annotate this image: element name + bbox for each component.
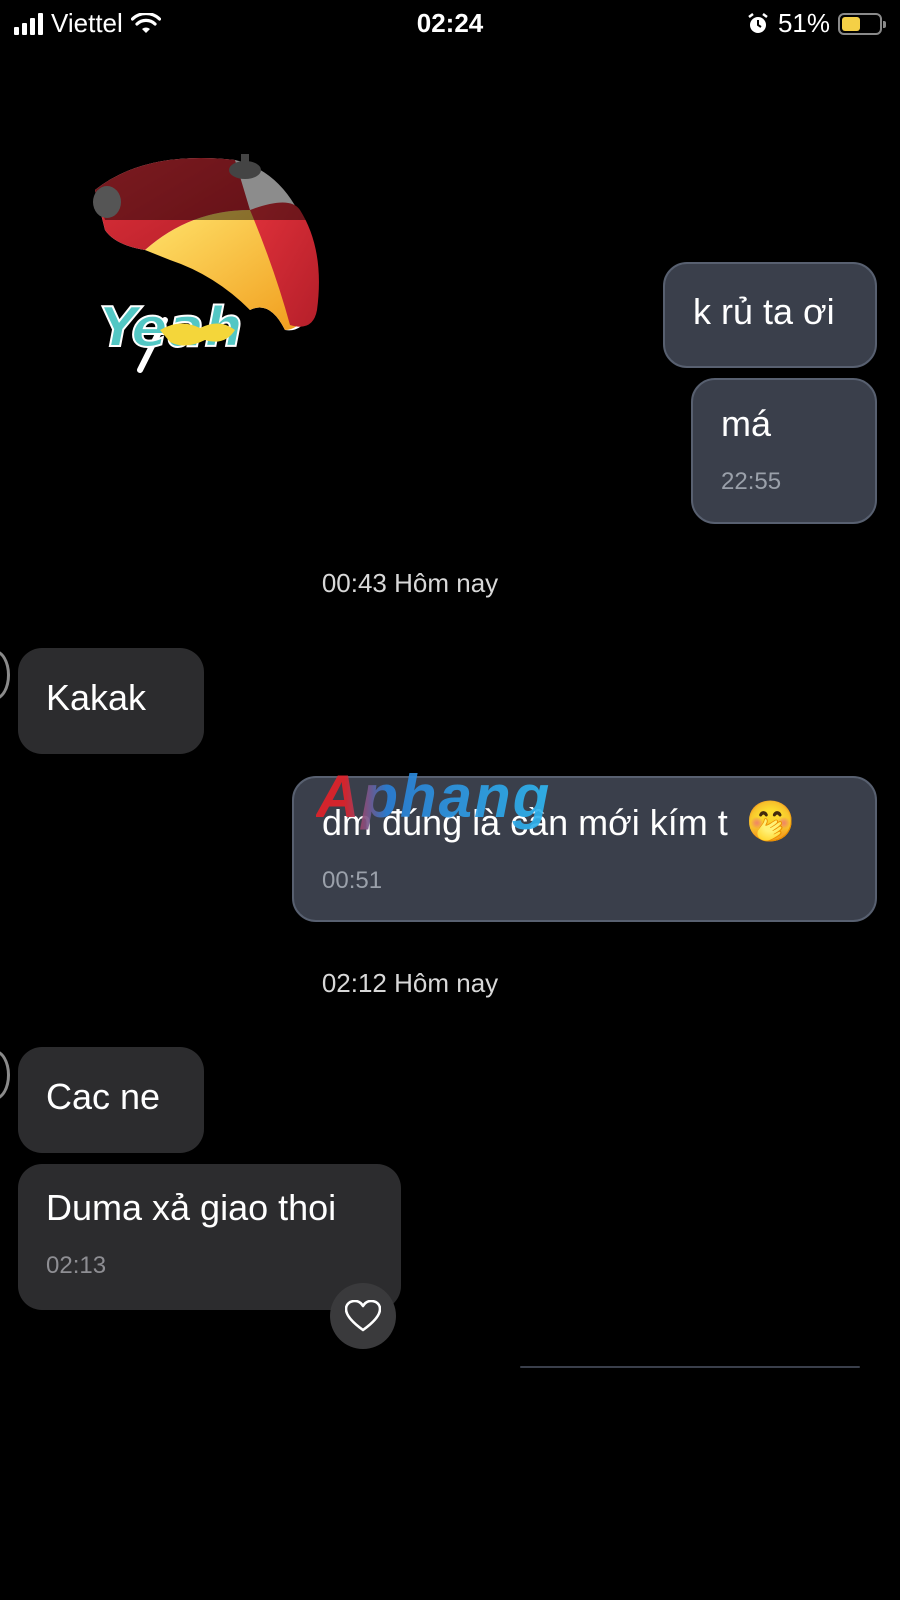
time-separator: 02:12 Hôm nay (321, 968, 499, 998)
message-text: Cac ne (46, 1076, 161, 1117)
status-bar: Viettel 02:24 51% (0, 0, 900, 46)
message-incoming[interactable]: Cac ne (18, 1047, 204, 1153)
message-time: 00:51 (322, 867, 383, 894)
umbrella-sticker-image: Yeah (93, 154, 319, 373)
time-separator: 00:43 Hôm nay (321, 568, 499, 598)
battery-percent: 51% (777, 8, 830, 38)
message-text: má (721, 403, 772, 444)
message-incoming[interactable]: Kakak (18, 648, 204, 754)
emoji-hand-over-mouth: 🤭 (745, 800, 796, 844)
message-text: Kakak (46, 677, 147, 718)
status-right: 51% (746, 8, 886, 39)
watermark-logo: Aphang (316, 763, 552, 830)
alarm-icon (748, 12, 768, 33)
battery-icon (838, 12, 886, 35)
message-time: 02:13 (46, 1252, 107, 1279)
avatar[interactable] (0, 650, 10, 700)
divider (520, 1366, 860, 1368)
message-text: Duma xả giao thoi (46, 1187, 337, 1228)
battery-fill (842, 16, 861, 31)
heart-icon (345, 1300, 381, 1332)
heart-reaction-button[interactable] (330, 1283, 396, 1349)
message-outgoing[interactable]: má 22:55 (691, 378, 877, 524)
message-time: 22:55 (721, 468, 782, 495)
avatar[interactable] (0, 1050, 10, 1100)
umbrella-sticker[interactable]: Yeah (85, 150, 330, 380)
message-text: k rủ ta ơi (693, 291, 835, 332)
message-outgoing[interactable]: k rủ ta ơi (663, 262, 877, 368)
